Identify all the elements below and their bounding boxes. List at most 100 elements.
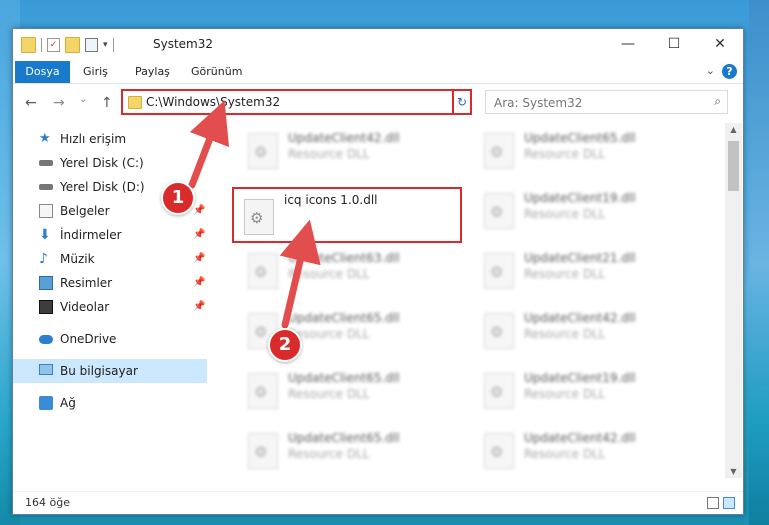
sidebar-item-videos[interactable]: Videolar 📌 xyxy=(13,295,207,319)
tab-file[interactable]: Dosya xyxy=(15,61,70,83)
scroll-up-icon[interactable]: ▲ xyxy=(725,125,742,134)
sidebar-item-label: OneDrive xyxy=(60,332,117,346)
sidebar-item-label: Belgeler xyxy=(60,204,110,218)
file-type: Resource DLL xyxy=(524,267,606,281)
folder-icon xyxy=(21,37,36,53)
file-type: Resource DLL xyxy=(288,387,370,401)
sidebar-item-quick-access[interactable]: ★ Hızlı erişim xyxy=(13,127,207,151)
search-input[interactable] xyxy=(492,92,706,114)
pin-icon[interactable]: 📌 xyxy=(193,223,205,247)
sidebar-item-drive-c[interactable]: Yerel Disk (C:) xyxy=(13,151,207,175)
file-name: UpdateClient19.dll xyxy=(524,371,636,385)
vertical-scrollbar[interactable]: ▲ ▼ xyxy=(725,123,742,478)
music-icon: ♪ xyxy=(39,251,48,267)
sidebar-item-label: Ağ xyxy=(60,396,76,410)
toolbar-divider xyxy=(112,38,114,52)
dll-file-icon xyxy=(248,373,278,409)
scrollbar-thumb[interactable] xyxy=(728,141,739,191)
details-view-icon[interactable] xyxy=(707,497,719,509)
back-button[interactable]: ← xyxy=(25,95,37,111)
sidebar-item-label: Hızlı erişim xyxy=(60,132,127,146)
computer-icon xyxy=(39,364,53,375)
dll-file-icon xyxy=(484,373,514,409)
customize-view-icon[interactable] xyxy=(85,38,98,52)
refresh-button[interactable]: ↻ xyxy=(452,89,472,115)
pin-icon[interactable]: 📌 xyxy=(193,247,205,271)
close-button[interactable]: ✕ xyxy=(697,29,743,59)
file-name: UpdateClient42.dll xyxy=(524,431,636,445)
window-controls: — ☐ ✕ xyxy=(605,29,743,59)
file-item[interactable]: UpdateClient19.dll Resource DLL xyxy=(474,363,704,419)
forward-button[interactable]: → xyxy=(53,95,65,111)
sidebar-item-network[interactable]: Ağ xyxy=(13,391,207,415)
pin-icon[interactable]: 📌 xyxy=(193,295,205,319)
sidebar-item-downloads[interactable]: ⬇ İndirmeler 📌 xyxy=(13,223,207,247)
file-name: UpdateClient65.dll xyxy=(524,131,636,145)
network-icon xyxy=(39,396,53,410)
pictures-icon xyxy=(39,276,53,290)
status-bar: 164 öğe xyxy=(13,491,743,514)
file-name: UpdateClient42.dll xyxy=(288,131,400,145)
file-item[interactable]: UpdateClient65.dll Resource DLL xyxy=(238,423,468,479)
address-bar[interactable]: C:\Windows\System32 ⌄ xyxy=(121,89,470,115)
file-item[interactable]: UpdateClient42.dll Resource DLL xyxy=(474,423,704,479)
sidebar-item-onedrive[interactable]: OneDrive xyxy=(13,327,207,351)
tab-home[interactable]: Giriş xyxy=(83,61,108,83)
dll-file-icon xyxy=(484,133,514,169)
item-count: 164 öğe xyxy=(25,496,70,509)
recent-locations-button[interactable]: ⌄ xyxy=(79,94,87,105)
file-list: UpdateClient42.dll Resource DLL UpdateCl… xyxy=(208,123,723,473)
drive-icon xyxy=(39,160,53,166)
dll-file-icon xyxy=(248,133,278,169)
file-type: Resource DLL xyxy=(524,447,606,461)
sidebar-item-label: Yerel Disk (C:) xyxy=(60,156,144,170)
file-item-highlighted[interactable]: icq icons 1.0.dll xyxy=(232,187,462,243)
dll-file-icon xyxy=(484,253,514,289)
file-item[interactable]: UpdateClient63.dll Resource DLL xyxy=(238,243,468,299)
maximize-button[interactable]: ☐ xyxy=(651,29,697,59)
search-box[interactable]: ⌕ xyxy=(485,90,728,114)
title-bar[interactable]: ✓ ▾ System32 — ☐ ✕ xyxy=(13,29,743,61)
file-item[interactable]: UpdateClient42.dll Resource DLL xyxy=(474,303,704,359)
file-item[interactable]: UpdateClient21.dll Resource DLL xyxy=(474,243,704,299)
pin-icon[interactable]: 📌 xyxy=(193,271,205,295)
sidebar-item-music[interactable]: ♪ Müzik 📌 xyxy=(13,247,207,271)
view-switcher xyxy=(707,497,735,509)
scroll-down-icon[interactable]: ▼ xyxy=(725,467,742,476)
tiles-view-icon[interactable] xyxy=(723,497,735,509)
sidebar-item-label: Resimler xyxy=(60,276,113,290)
drive-icon xyxy=(39,184,53,190)
new-folder-icon[interactable] xyxy=(65,37,80,53)
sidebar-item-pictures[interactable]: Resimler 📌 xyxy=(13,271,207,295)
file-name: UpdateClient65.dll xyxy=(288,371,400,385)
file-type: Resource DLL xyxy=(524,387,606,401)
sidebar-item-label: İndirmeler xyxy=(60,228,122,242)
folder-icon xyxy=(128,96,142,109)
search-icon[interactable]: ⌕ xyxy=(714,94,721,109)
file-item[interactable]: UpdateClient19.dll Resource DLL xyxy=(474,183,704,239)
up-button[interactable]: ↑ xyxy=(101,95,113,111)
dll-file-icon xyxy=(248,253,278,289)
dll-file-icon xyxy=(484,313,514,349)
file-name: UpdateClient65.dll xyxy=(288,311,400,325)
file-item[interactable]: UpdateClient42.dll Resource DLL xyxy=(238,123,468,179)
file-type: Resource DLL xyxy=(524,207,606,221)
help-icon[interactable]: ? xyxy=(722,64,737,79)
sidebar-item-this-pc[interactable]: Bu bilgisayar xyxy=(13,359,207,383)
file-type: Resource DLL xyxy=(524,327,606,341)
qat-dropdown-icon[interactable]: ▾ xyxy=(103,40,108,50)
file-type: Resource DLL xyxy=(288,447,370,461)
tab-share[interactable]: Paylaş xyxy=(135,61,170,83)
minimize-button[interactable]: — xyxy=(605,29,651,59)
documents-icon xyxy=(39,204,53,218)
tab-view[interactable]: Görünüm xyxy=(191,61,242,83)
pin-icon[interactable]: 📌 xyxy=(193,199,205,223)
address-path[interactable]: C:\Windows\System32 xyxy=(146,95,280,109)
file-name: UpdateClient19.dll xyxy=(524,191,636,205)
properties-icon[interactable]: ✓ xyxy=(47,38,60,52)
file-item[interactable]: UpdateClient65.dll Resource DLL xyxy=(474,123,704,179)
toolbar-divider xyxy=(41,38,42,52)
expand-ribbon-icon[interactable]: ⌄ xyxy=(706,64,715,77)
file-item[interactable]: UpdateClient65.dll Resource DLL xyxy=(238,363,468,419)
file-name: UpdateClient42.dll xyxy=(524,311,636,325)
